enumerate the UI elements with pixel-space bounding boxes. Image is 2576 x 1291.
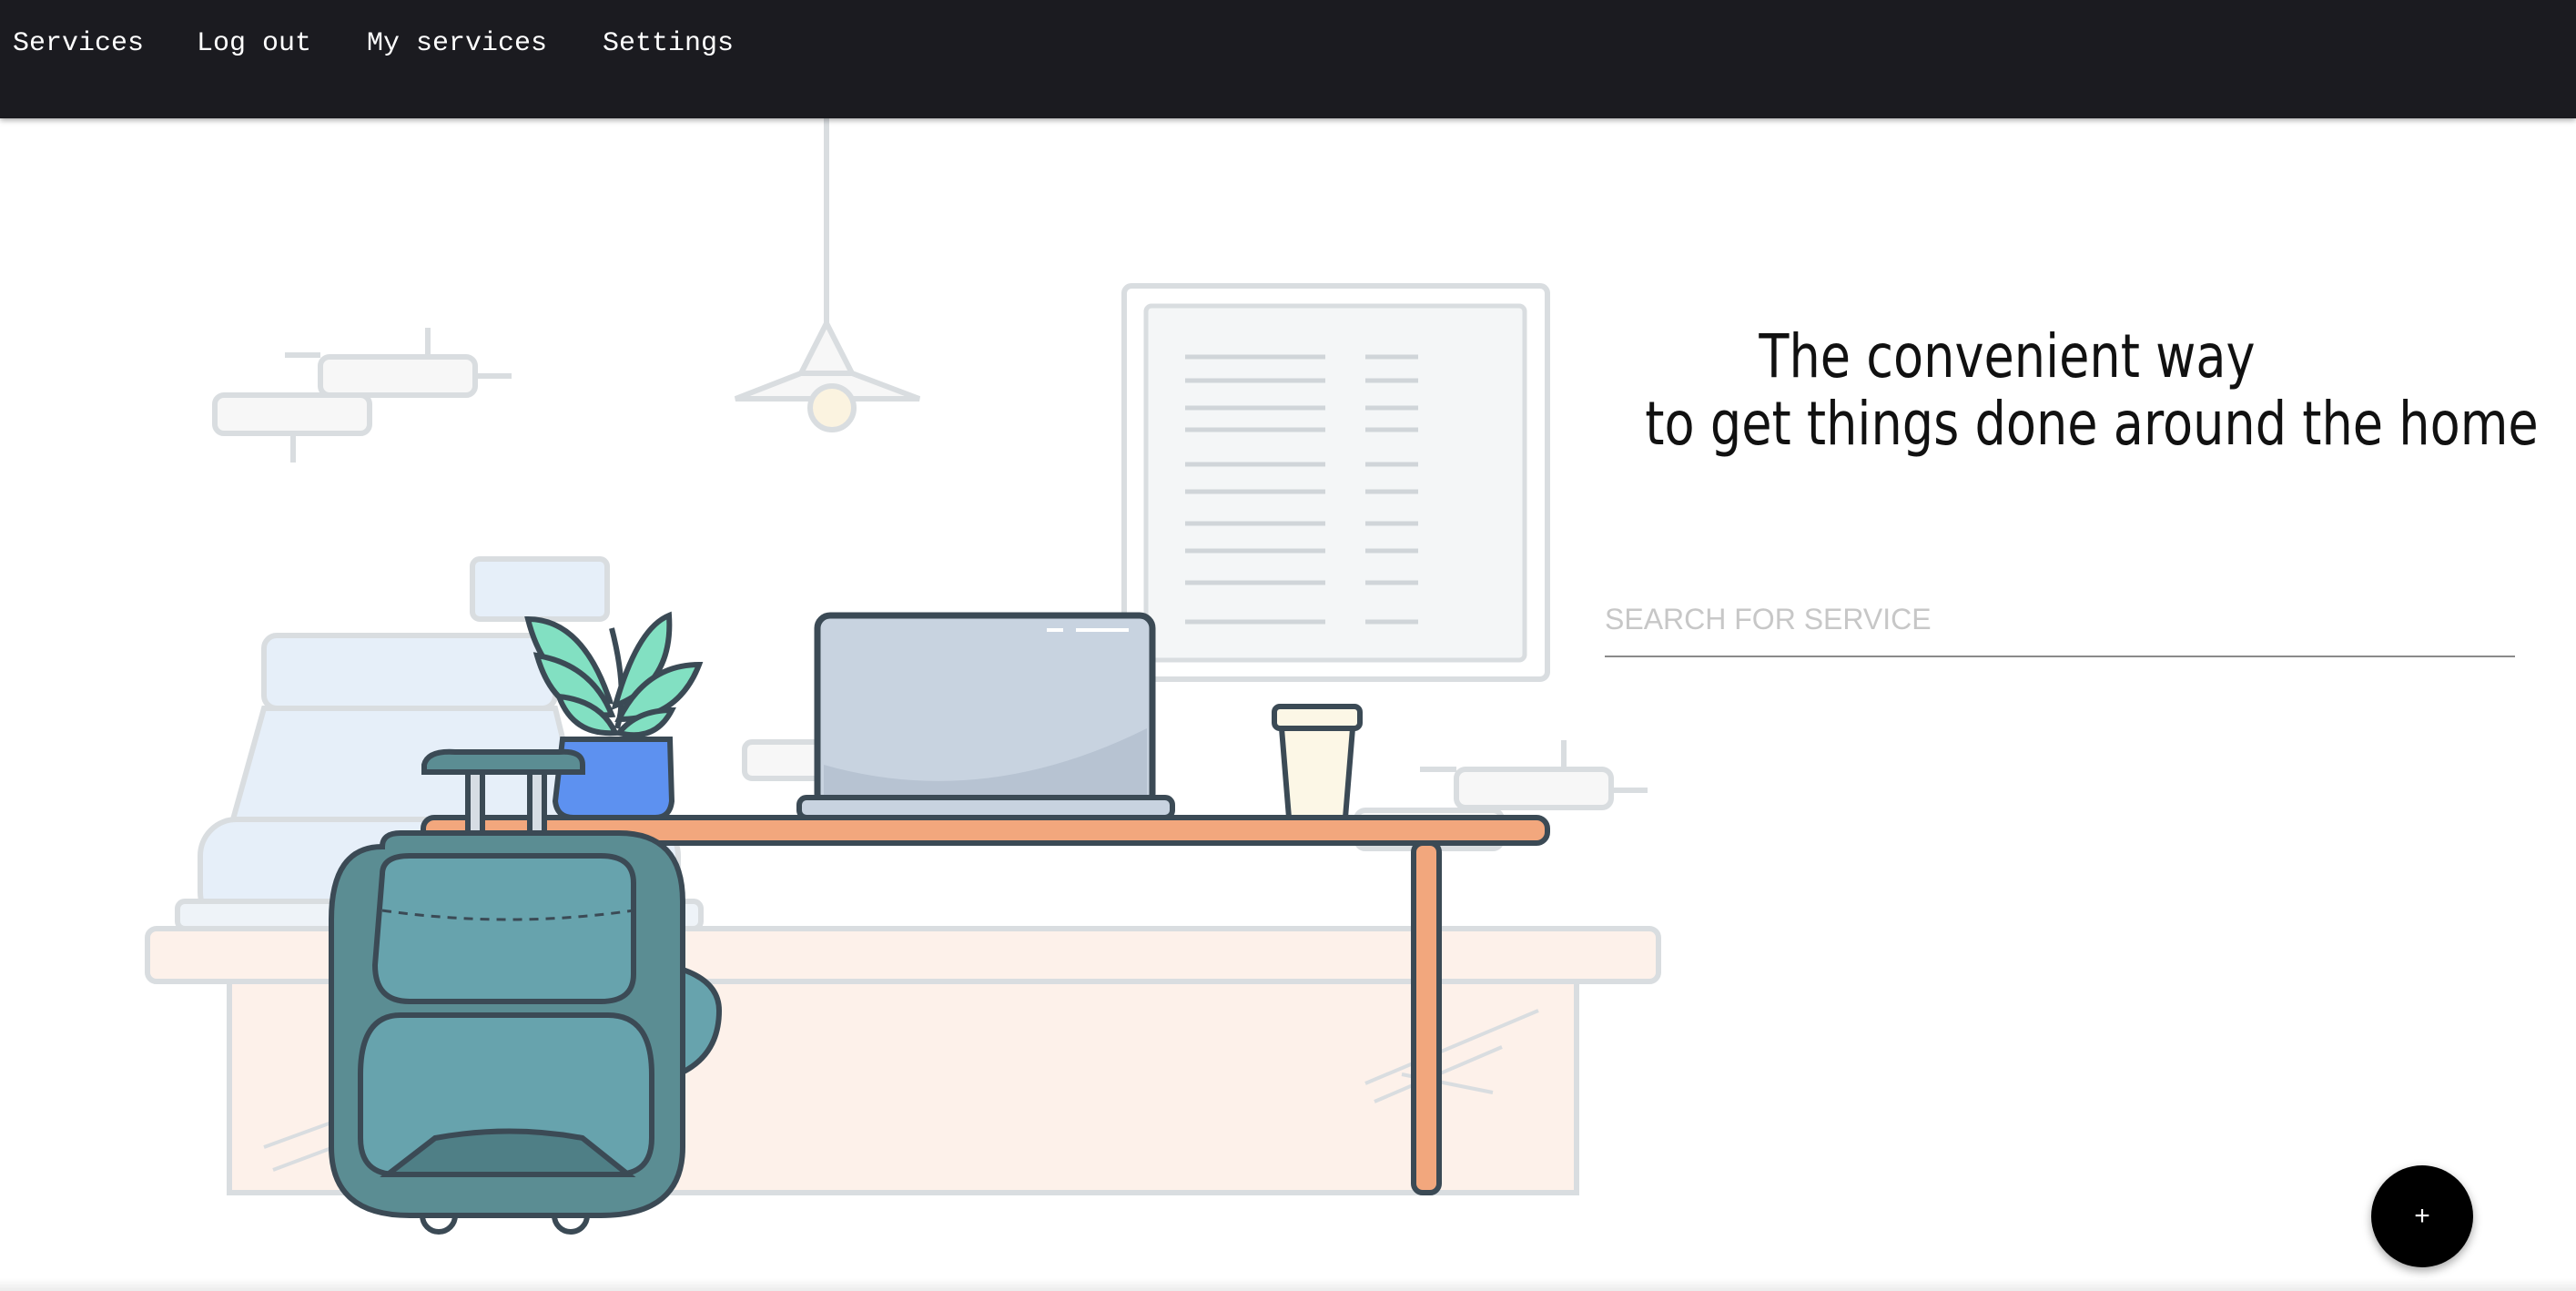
plus-icon: + xyxy=(2414,1201,2430,1231)
hero-headline: The convenient way to get things done ar… xyxy=(1645,321,2539,459)
nav-item-services[interactable]: Services xyxy=(13,27,144,60)
top-navbar: Services Log out My services Settings xyxy=(0,0,2576,118)
add-floating-button[interactable]: + xyxy=(2371,1165,2473,1267)
page-bottom-shadow xyxy=(0,1278,2576,1291)
hero-headline-line-2: to get things done around the home xyxy=(1645,389,2539,459)
service-search-input[interactable] xyxy=(1605,583,2515,657)
wall-bricks-left xyxy=(212,328,512,463)
pendant-lamp xyxy=(734,118,921,432)
nav-item-log-out[interactable]: Log out xyxy=(197,27,311,60)
laptop xyxy=(796,612,1175,820)
nav-item-settings[interactable]: Settings xyxy=(603,27,734,60)
hero-headline-line-1: The convenient way xyxy=(1759,321,2256,391)
nav-item-my-services[interactable]: My services xyxy=(367,27,547,60)
wall-window xyxy=(1121,283,1550,682)
hero-illustration xyxy=(145,118,1661,1235)
coffee-cup xyxy=(1272,704,1363,820)
